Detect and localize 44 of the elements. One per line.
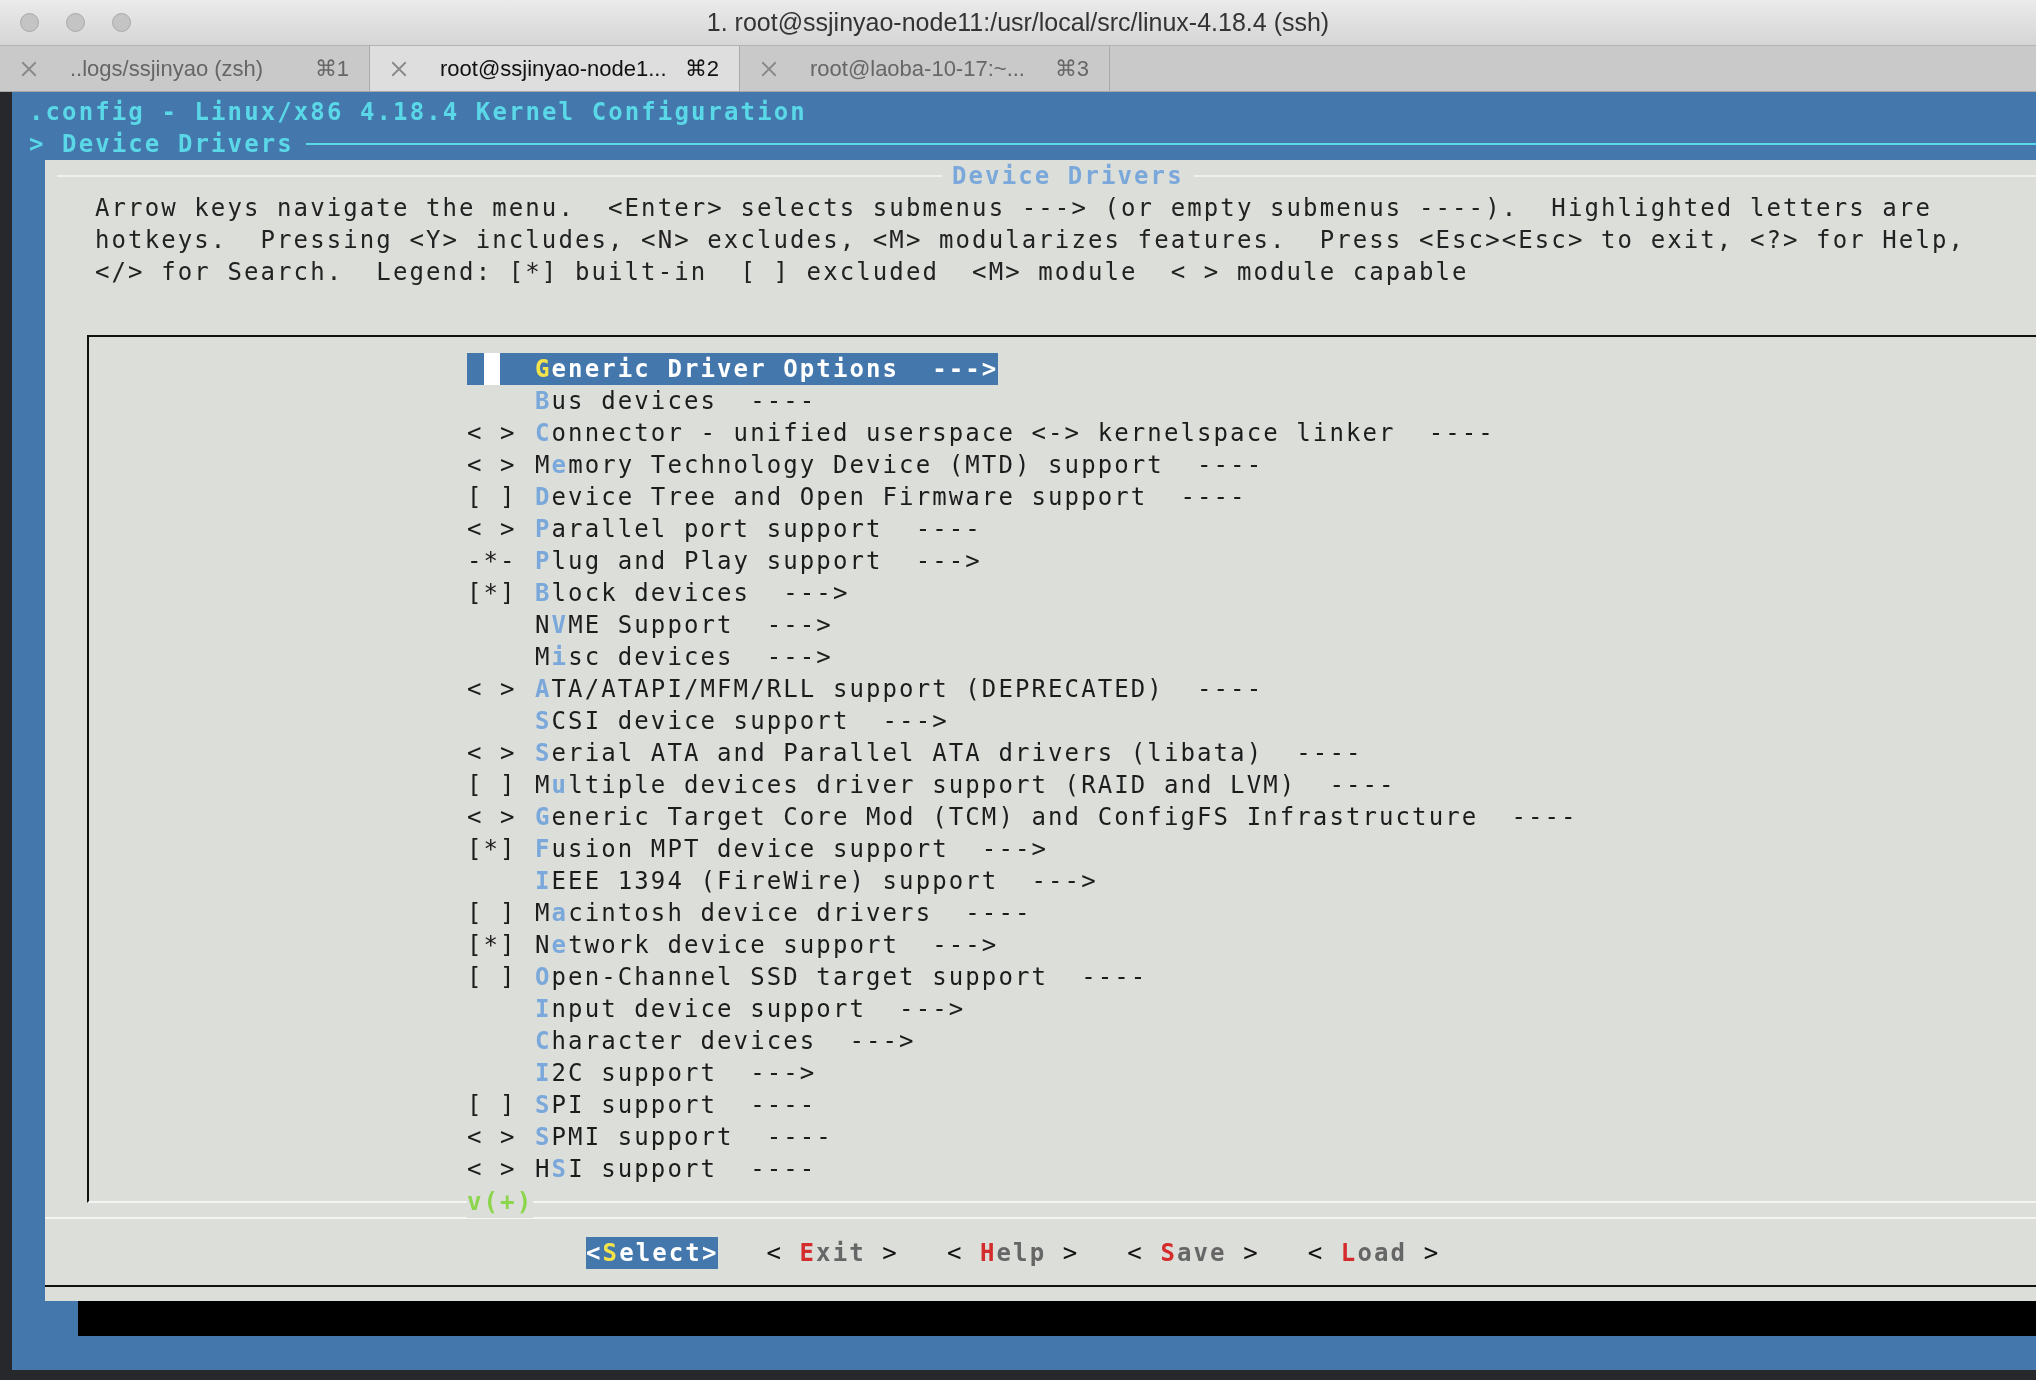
menu-item[interactable]: < > Parallel port support ---- xyxy=(467,513,982,545)
menu-item[interactable]: [ ] S PI support ---- xyxy=(467,1089,817,1121)
terminal-tab[interactable]: root@ssjinyao-node1... ⌘2 xyxy=(370,46,740,91)
breadcrumb: > Device Drivers xyxy=(28,129,294,160)
header-title: .config - Linux/x86 4.18.4 Kernel Configuration xyxy=(28,97,808,128)
menu-item[interactable]: < > S erial ATA and Parallel ATA drivers (libata) ---- xyxy=(467,737,1363,769)
menu-button[interactable]: < Save > xyxy=(1127,1237,1260,1269)
close-icon[interactable] xyxy=(20,59,38,78)
window-title: 1. root@ssjinyao-node11:/usr/local/src/linux-4.18.4 (ssh) xyxy=(706,8,1330,37)
help-text: Arrow keys navigate the menu. <Enter> selects submenus ---> (or empty submenus ----). Highlighted letters are hotkeys. Pressing <Y> includes, <N> excludes, <M> modularizes features. Press <Esc><Esc> to exit, <?> for Help, </> for Search. Legend: [*] built-in [ ] excluded <M> module < > module capable xyxy=(94,193,1967,288)
menu-item[interactable]: < > H S I support ---- xyxy=(467,1153,817,1185)
menu-item[interactable]: C haracter devices ---> xyxy=(467,1025,916,1057)
menu-item[interactable]: [*] Block devices ---> xyxy=(467,577,850,609)
menu-button[interactable]: < Exit > xyxy=(766,1237,899,1269)
menu-item[interactable]: Generic Driver Options ---> xyxy=(467,353,999,385)
menu-item[interactable]: [*] F usion MPT device support ---> xyxy=(467,833,1049,865)
menu-item[interactable]: < > Memory Technology Device (MTD) support ---- xyxy=(467,449,1264,481)
menu-item[interactable]: S CSI device support ---> xyxy=(467,705,949,737)
menu-item[interactable]: [ ] Device Tree and Open Firmware support ---- xyxy=(467,481,1247,513)
menu-item[interactable]: Misc devices ---> xyxy=(467,641,833,673)
minimize-window-icon[interactable] xyxy=(66,13,85,32)
menu-item[interactable]: [ ] Ma cintosh device drivers ---- xyxy=(467,897,1032,929)
menu-item[interactable]: < > Generic Target Core Mod (TCM) and ConfigFS Infrastructure ---- xyxy=(467,801,1578,833)
menu-button[interactable]: < Help > xyxy=(946,1237,1080,1269)
menu-item[interactable]: [ ] Open-Channel SSD target support ---- xyxy=(467,961,1148,993)
close-window-icon[interactable] xyxy=(20,13,39,32)
menu-item[interactable]: I EEE 1394 (FireWire) support ---> xyxy=(467,865,1098,897)
menu-item[interactable]: < > ATA/ATAPI/MFM/RLL support (DEPRECATED) ---- xyxy=(467,673,1264,705)
menu-item[interactable]: I nput device support ---> xyxy=(467,993,966,1025)
menu-item[interactable]: NVME Support ---> xyxy=(467,609,833,641)
dialog-title: Device Drivers xyxy=(951,161,1185,192)
menu-item[interactable]: I 2C support ---> xyxy=(467,1057,817,1089)
text-cursor xyxy=(484,353,500,385)
menu-item[interactable]: < > S PMI support ---- xyxy=(467,1121,833,1153)
menu-item[interactable]: -*- Plug and Play support ---> xyxy=(467,545,982,577)
menu-item[interactable]: [*] Network device support ---> xyxy=(467,929,999,961)
menu-button[interactable]: <Select> xyxy=(586,1237,719,1269)
menu-item[interactable]: Bus devices ---- xyxy=(467,385,817,417)
menu-item[interactable]: < > C onnector - unified userspace <-> kernelspace linker ---- xyxy=(467,417,1495,449)
menu-button[interactable]: < Load > xyxy=(1307,1237,1441,1269)
close-icon[interactable] xyxy=(760,59,778,78)
zoom-window-icon[interactable] xyxy=(112,13,131,32)
menu-item[interactable]: [ ] Mu ltiple devices driver support (RAID and LVM) ---- xyxy=(467,769,1396,801)
close-icon[interactable] xyxy=(390,59,408,78)
